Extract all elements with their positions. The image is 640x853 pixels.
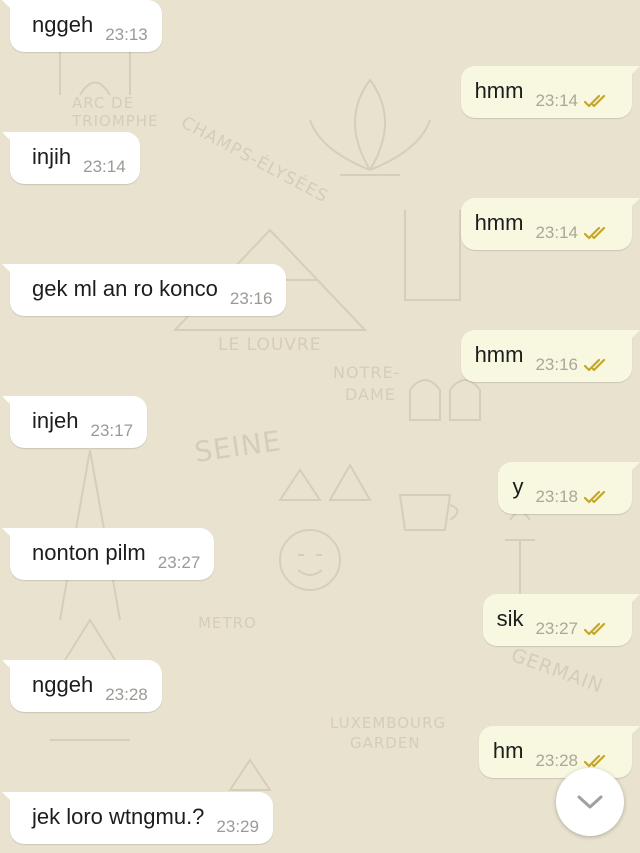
outgoing-message[interactable]: hmm 23:14 <box>460 66 640 118</box>
incoming-message[interactable]: gek ml an ro konco 23:16 <box>1 264 287 316</box>
message-time: 23:13 <box>105 25 148 44</box>
incoming-message[interactable]: jek loro wtngmu.? 23:29 <box>2 792 273 844</box>
incoming-message[interactable]: nggeh 23:28 <box>2 660 162 712</box>
message-text: injih <box>32 144 72 169</box>
chevron-down-icon <box>577 795 603 809</box>
read-ticks-icon <box>584 358 606 372</box>
message-time: 23:17 <box>90 421 134 440</box>
message-time: 23:14 <box>535 91 578 110</box>
message-time: 23:16 <box>535 355 578 374</box>
incoming-message[interactable]: injih 23:14 <box>2 132 140 184</box>
outgoing-message[interactable]: y 23:18 <box>498 462 640 514</box>
incoming-message[interactable]: nggeh 23:13 <box>2 0 162 52</box>
message-time: 23:27 <box>535 619 578 638</box>
message-text: nggeh <box>32 672 94 697</box>
outgoing-message[interactable]: hm 23:28 <box>478 726 640 778</box>
scroll-to-bottom-button[interactable] <box>556 768 624 836</box>
message-text: injeh <box>32 408 79 433</box>
message-text: hmm <box>474 342 524 367</box>
read-ticks-icon <box>584 94 606 108</box>
message-time: 23:14 <box>535 223 578 242</box>
message-text: nonton pilm <box>32 540 146 565</box>
read-ticks-icon <box>584 754 606 768</box>
message-time: 23:28 <box>105 685 148 704</box>
message-text: gek ml an ro konco <box>32 276 218 301</box>
incoming-message[interactable]: injeh 23:17 <box>1 396 148 448</box>
message-text: y <box>512 474 524 499</box>
message-time: 23:14 <box>83 157 126 176</box>
message-text: nggeh <box>32 12 94 37</box>
message-time: 23:28 <box>535 751 578 770</box>
read-ticks-icon <box>584 490 606 504</box>
read-ticks-icon <box>584 226 606 240</box>
message-time: 23:16 <box>229 289 273 308</box>
message-text: hmm <box>474 78 524 103</box>
message-time: 23:18 <box>535 487 578 506</box>
message-list[interactable]: nggeh 23:13 hmm 23:14 injih 23:14 hmm 23… <box>0 0 640 853</box>
outgoing-message[interactable]: sik 23:27 <box>482 594 640 646</box>
message-time: 23:27 <box>157 553 201 572</box>
incoming-message[interactable]: nonton pilm 23:27 <box>1 528 215 580</box>
read-ticks-icon <box>584 622 606 636</box>
outgoing-message[interactable]: hmm 23:14 <box>460 198 640 250</box>
message-text: hmm <box>474 210 524 235</box>
message-text: hm <box>492 738 524 763</box>
message-text: jek loro wtngmu.? <box>32 804 205 829</box>
message-time: 23:29 <box>216 817 259 836</box>
message-text: sik <box>496 606 524 631</box>
outgoing-message[interactable]: hmm 23:16 <box>460 330 640 382</box>
